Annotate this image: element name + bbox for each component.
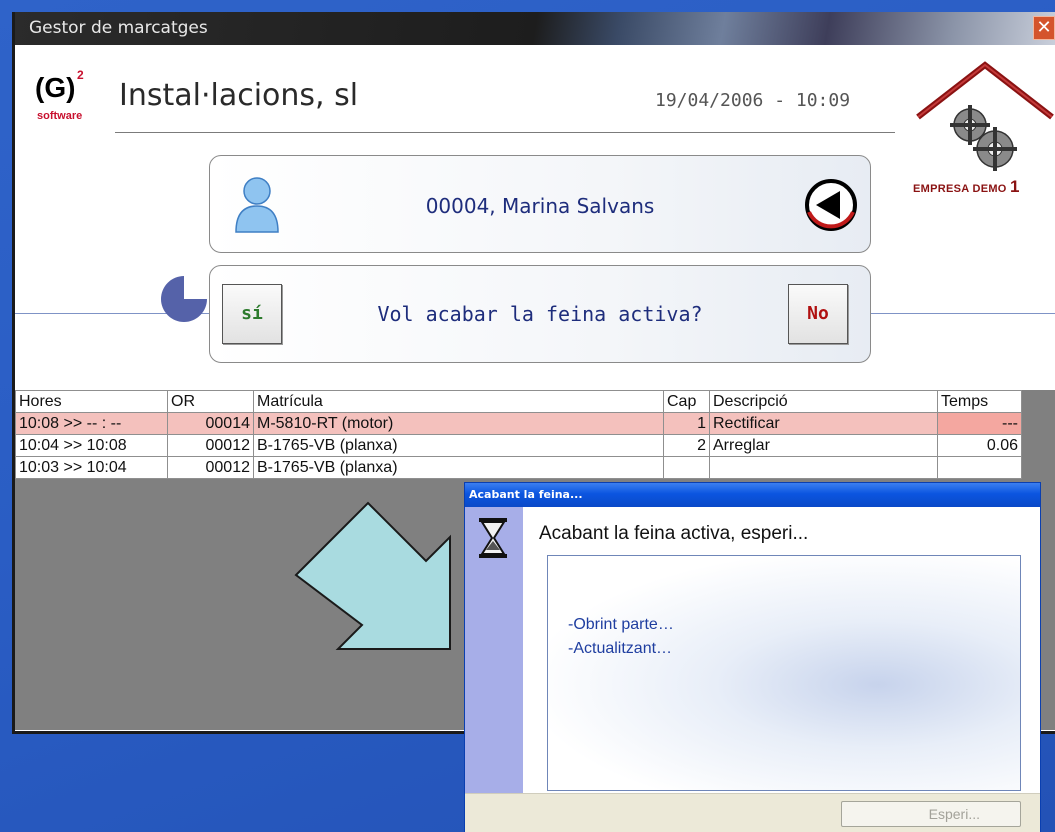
column-header-hores[interactable]: Hores xyxy=(15,390,168,413)
cell-or: 00012 xyxy=(167,456,254,479)
cell-descripcio: Arreglar xyxy=(709,434,938,457)
brand-label-number: 1 xyxy=(1010,177,1020,196)
question-text: Vol acabar la feina activa? xyxy=(377,302,703,326)
brand-label-text: EMPRESA DEMO xyxy=(913,183,1007,195)
column-header-temps[interactable]: Temps xyxy=(937,390,1022,413)
cell-descripcio xyxy=(709,456,938,479)
logo-subtext: software xyxy=(37,110,83,122)
window-title: Gestor de marcatges xyxy=(29,18,208,38)
back-arrow-icon[interactable] xyxy=(802,176,860,234)
company-name: Instal·lacions, sl xyxy=(119,78,359,113)
jobs-table: Hores OR Matrícula Cap Descripció Temps … xyxy=(15,390,1022,479)
cell-cap xyxy=(663,456,710,479)
dialog-footer: Esperi... xyxy=(465,793,1040,832)
dialog-heading: Acabant la feina activa, esperi... xyxy=(539,523,809,544)
cell-temps: --- xyxy=(937,412,1022,435)
pointer-arrow-icon xyxy=(294,501,451,650)
close-icon: ✕ xyxy=(1036,17,1052,38)
cell-temps: 0.06 xyxy=(937,434,1022,457)
window-titlebar[interactable]: Gestor de marcatges xyxy=(15,12,1055,45)
cell-hores: 10:04 >> 10:08 xyxy=(15,434,168,457)
status-line: -Actualitzant… xyxy=(568,640,673,657)
column-header-cap[interactable]: Cap xyxy=(663,390,710,413)
table-row[interactable]: 10:04 >> 10:08 00012 B-1765-VB (planxa) … xyxy=(15,434,1022,457)
cell-or: 00012 xyxy=(167,434,254,457)
table-header-row: Hores OR Matrícula Cap Descripció Temps xyxy=(15,390,1022,413)
cell-descripcio: Rectificar xyxy=(709,412,938,435)
table-row[interactable]: 10:08 >> -- : -- 00014 M-5810-RT (motor)… xyxy=(15,412,1022,435)
close-button[interactable]: ✕ xyxy=(1033,16,1055,40)
cell-matricula: B-1765-VB (planxa) xyxy=(253,434,664,457)
status-line: -Obrint parte… xyxy=(568,616,674,633)
no-button[interactable]: No xyxy=(788,284,848,344)
cell-or: 00014 xyxy=(167,412,254,435)
question-panel: sí Vol acabar la feina activa? No xyxy=(209,265,871,363)
column-header-descripcio[interactable]: Descripció xyxy=(709,390,938,413)
finishing-job-dialog: Acabant la feina... Acabant la feina act… xyxy=(464,482,1041,832)
logo-superscript: 2 xyxy=(77,68,84,82)
status-box: -Obrint parte… -Actualitzant… xyxy=(547,555,1021,791)
cell-temps xyxy=(937,456,1022,479)
dialog-side-panel xyxy=(465,507,523,793)
table-row[interactable]: 10:03 >> 10:04 00012 B-1765-VB (planxa) xyxy=(15,456,1022,479)
wait-button[interactable]: Esperi... xyxy=(841,801,1021,827)
column-header-matricula[interactable]: Matrícula xyxy=(253,390,664,413)
brand-label: EMPRESA DEMO 1 xyxy=(913,177,1020,197)
dialog-titlebar[interactable]: Acabant la feina... xyxy=(465,483,1040,507)
cell-matricula: M-5810-RT (motor) xyxy=(253,412,664,435)
current-datetime: 19/04/2006 - 10:09 xyxy=(655,90,851,111)
employee-panel: 00004, Marina Salvans xyxy=(209,155,871,253)
cell-hores: 10:03 >> 10:04 xyxy=(15,456,168,479)
cell-cap: 1 xyxy=(663,412,710,435)
column-header-or[interactable]: OR xyxy=(167,390,254,413)
g2-software-logo: (G) 2 software xyxy=(33,68,93,128)
employee-name: 00004, Marina Salvans xyxy=(425,194,655,218)
cell-cap: 2 xyxy=(663,434,710,457)
cell-hores: 10:08 >> -- : -- xyxy=(15,412,168,435)
hourglass-icon xyxy=(479,518,507,558)
header-divider xyxy=(115,132,895,133)
cell-matricula: B-1765-VB (planxa) xyxy=(253,456,664,479)
logo-main-text: (G) xyxy=(35,72,76,103)
loading-spinner-icon xyxy=(161,276,207,322)
